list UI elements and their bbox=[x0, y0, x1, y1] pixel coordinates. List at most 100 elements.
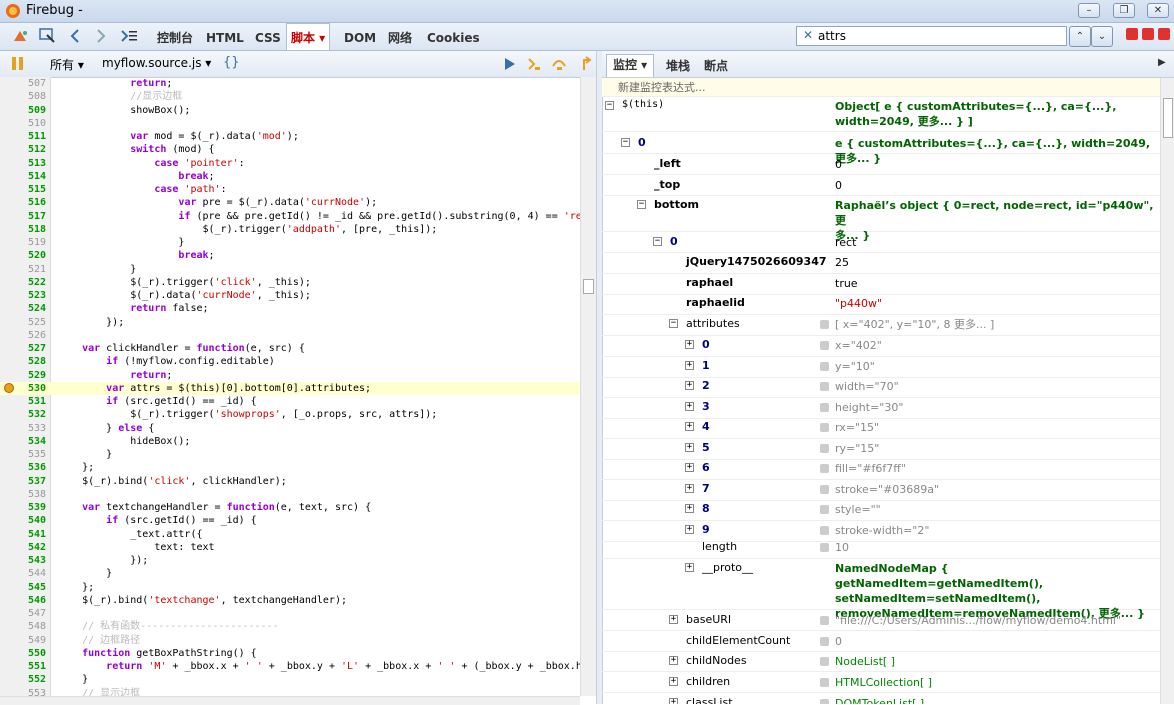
code-line[interactable]: 534 hideBox(); bbox=[0, 435, 580, 448]
code-line[interactable]: 544 } bbox=[0, 567, 580, 580]
watch-row-attribute[interactable]: +2 width="70" bbox=[602, 377, 1160, 398]
line-number[interactable]: 548 bbox=[0, 620, 46, 633]
tab-watch[interactable]: 监控 ▾ bbox=[606, 54, 655, 77]
code-line[interactable]: 512 switch (mod) { bbox=[0, 143, 580, 156]
line-number[interactable]: 509 bbox=[0, 104, 46, 117]
tab-console[interactable]: 控制台 bbox=[153, 23, 197, 50]
line-number[interactable]: 518 bbox=[0, 223, 46, 236]
line-number[interactable]: 512 bbox=[0, 143, 46, 156]
line-number[interactable]: 523 bbox=[0, 289, 46, 302]
watch-row-length[interactable]: length 10 bbox=[602, 538, 1160, 559]
watch-row-bottom[interactable]: − bottom Raphaël’s object { 0=rect, node… bbox=[602, 196, 1160, 242]
line-number[interactable]: 542 bbox=[0, 541, 46, 554]
line-number[interactable]: 543 bbox=[0, 554, 46, 567]
search-input[interactable]: attrs bbox=[818, 29, 846, 43]
line-number[interactable]: 552 bbox=[0, 673, 46, 686]
expand-icon[interactable]: + bbox=[685, 524, 694, 534]
code-line[interactable]: 532 $(_r).trigger('showprops', [_o.props… bbox=[0, 408, 580, 421]
code-line[interactable]: 530 var attrs = $(this)[0].bottom[0].att… bbox=[0, 381, 580, 395]
watch-row-attribute[interactable]: +8 style="" bbox=[602, 500, 1160, 521]
inspect-icon[interactable] bbox=[38, 27, 56, 45]
watch-row-attribute[interactable]: +0 x="402" bbox=[602, 336, 1160, 357]
line-number[interactable]: 536 bbox=[0, 461, 46, 474]
expand-icon[interactable]: + bbox=[669, 677, 678, 686]
detach-firebug-icon[interactable] bbox=[1142, 28, 1154, 40]
code-line[interactable]: 551 return 'M' + _bbox.x + ' ' + _bbox.y… bbox=[0, 660, 580, 673]
code-line[interactable]: 546 $(_r).bind('textchange', textchangeH… bbox=[0, 594, 580, 607]
line-number[interactable]: 510 bbox=[0, 117, 46, 130]
code-line[interactable]: 542 text: text bbox=[0, 541, 580, 554]
line-number[interactable]: 550 bbox=[0, 647, 46, 660]
collapse-icon[interactable]: − bbox=[653, 237, 662, 246]
code-line[interactable]: 520 break; bbox=[0, 249, 580, 262]
line-number[interactable]: 551 bbox=[0, 660, 46, 673]
code-line[interactable]: 541 _text.attr({ bbox=[0, 528, 580, 541]
line-number[interactable]: 521 bbox=[0, 263, 46, 276]
expand-icon[interactable]: + bbox=[685, 463, 694, 472]
watch-row-bottom-0[interactable]: − 0 rect bbox=[602, 233, 1160, 253]
line-number[interactable]: 507 bbox=[0, 77, 46, 90]
expand-icon[interactable]: + bbox=[685, 401, 694, 411]
code-line[interactable]: 529 return; bbox=[0, 369, 580, 382]
code-line[interactable]: 531 if (src.getId() == _id) { bbox=[0, 395, 580, 408]
source-scroll-thumb[interactable] bbox=[583, 279, 594, 294]
code-line[interactable]: 509 showBox(); bbox=[0, 104, 580, 117]
line-number[interactable]: 534 bbox=[0, 435, 46, 448]
line-number[interactable]: 546 bbox=[0, 594, 46, 607]
code-line[interactable]: 507 return; bbox=[0, 77, 580, 90]
code-line[interactable]: 519 } bbox=[0, 236, 580, 249]
watch-row-raphaelid[interactable]: raphaelid "p440w" bbox=[602, 294, 1160, 315]
new-watch-expression[interactable]: 新建监控表达式... bbox=[602, 78, 1160, 97]
code-line[interactable]: 539 var textchangeHandler = function(e, … bbox=[0, 501, 580, 514]
code-line[interactable]: 538 bbox=[0, 488, 580, 501]
tab-net[interactable]: 网络 bbox=[384, 23, 416, 50]
collapse-icon[interactable]: − bbox=[621, 138, 630, 147]
watch-row-proto[interactable]: + __proto__ NamedNodeMap { getNamedItem=… bbox=[602, 559, 1160, 620]
tab-cookies[interactable]: Cookies bbox=[423, 23, 484, 50]
line-number[interactable]: 533 bbox=[0, 422, 46, 435]
line-number[interactable]: 553 bbox=[0, 687, 46, 697]
expand-icon[interactable]: + bbox=[669, 656, 678, 665]
code-line[interactable]: 543 }); bbox=[0, 554, 580, 567]
tab-breakpoints[interactable]: 断点 bbox=[698, 56, 734, 77]
code-line[interactable]: 547 bbox=[0, 607, 580, 620]
line-number[interactable]: 527 bbox=[0, 342, 46, 355]
line-number[interactable]: 528 bbox=[0, 355, 46, 368]
line-number[interactable]: 544 bbox=[0, 567, 46, 580]
line-number[interactable]: 535 bbox=[0, 448, 46, 461]
restore-icon[interactable]: ❐ bbox=[1113, 3, 1135, 18]
line-number[interactable]: 541 bbox=[0, 528, 46, 541]
watch-row-classlist[interactable]: + classList DOMTokenList[ ] bbox=[602, 693, 1160, 704]
expand-icon[interactable]: + bbox=[685, 381, 694, 390]
close-icon[interactable]: ✕ bbox=[1147, 3, 1169, 18]
step-over-icon[interactable] bbox=[551, 56, 567, 72]
pause-icon[interactable] bbox=[12, 57, 16, 70]
code-line[interactable]: 523 $(_r).data('currNode', _this); bbox=[0, 289, 580, 302]
expand-icon[interactable]: + bbox=[685, 442, 694, 452]
line-number[interactable]: 545 bbox=[0, 581, 46, 594]
code-line[interactable]: 537 $(_r).bind('click', clickHandler); bbox=[0, 475, 580, 488]
watch-row-childelementcount[interactable]: childElementCount 0 bbox=[602, 631, 1160, 652]
code-line[interactable]: 549 // 边框路径 bbox=[0, 634, 580, 647]
line-number[interactable]: 513 bbox=[0, 157, 46, 170]
watch-row-raphael[interactable]: raphael true bbox=[602, 274, 1160, 295]
code-line[interactable]: 522 $(_r).trigger('click', _this); bbox=[0, 276, 580, 289]
line-number[interactable]: 520 bbox=[0, 249, 46, 262]
expand-icon[interactable]: + bbox=[685, 340, 694, 349]
collapse-icon[interactable]: − bbox=[637, 200, 646, 209]
watch-row-childnodes[interactable]: + childNodes NodeList[ ] bbox=[602, 651, 1160, 672]
code-line[interactable]: 515 case 'path': bbox=[0, 183, 580, 196]
line-number[interactable]: 514 bbox=[0, 170, 46, 183]
script-source-view[interactable]: 507 return; 508 //显示边框 509 showBox(); 510 51… bbox=[0, 77, 580, 696]
forward-arrow-icon[interactable] bbox=[94, 28, 108, 44]
line-number[interactable]: 532 bbox=[0, 408, 46, 421]
line-number[interactable]: 539 bbox=[0, 501, 46, 514]
code-line[interactable]: 513 case 'pointer': bbox=[0, 157, 580, 170]
search-prev-icon[interactable]: ⌃ bbox=[1069, 26, 1091, 47]
breakpoint-icon[interactable] bbox=[4, 382, 14, 393]
watch-row-jquery[interactable]: jQuery1475026609347 25 bbox=[602, 253, 1160, 274]
tab-dom[interactable]: DOM bbox=[340, 23, 380, 50]
code-line[interactable]: 548 // 私有函数----------------------- bbox=[0, 620, 580, 633]
code-line[interactable]: 525 }); bbox=[0, 316, 580, 329]
watch-row-attribute[interactable]: +6 fill="#f6f7ff" bbox=[602, 459, 1160, 480]
